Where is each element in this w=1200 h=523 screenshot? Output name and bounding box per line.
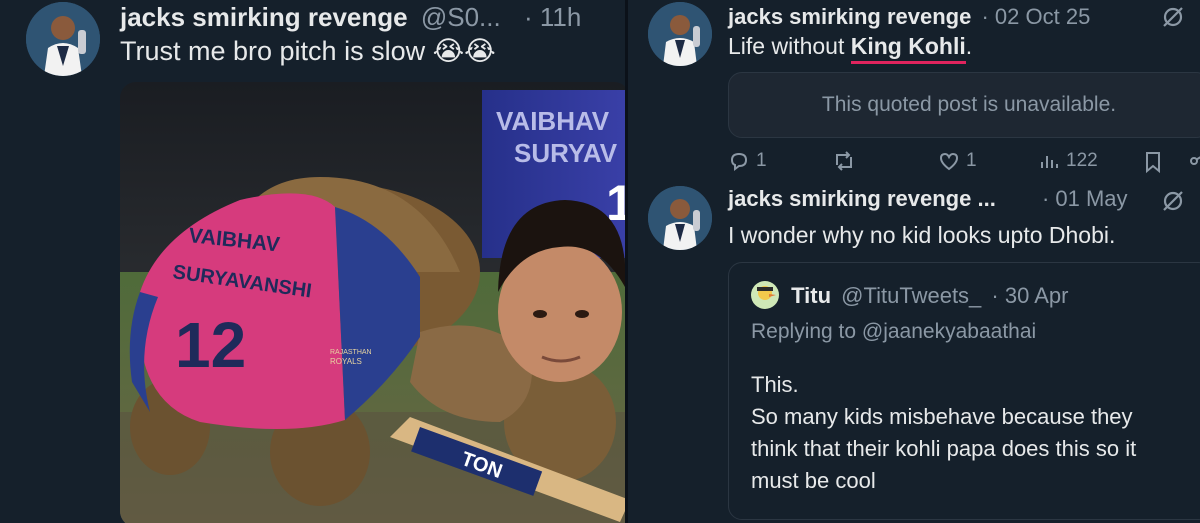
quoted-text: This. So many kids misbehave because the… xyxy=(751,369,1200,497)
quoted-text-line: must be cool xyxy=(751,468,876,493)
reply-button[interactable]: 1 xyxy=(728,150,767,172)
views-count: 122 xyxy=(1066,150,1098,171)
quoted-post-unavailable: This quoted post is unavailable. xyxy=(728,72,1200,138)
tweet-image[interactable]: VAIBHAV SURYAV 1 VAIBHAV SURYAVANSHI 12 … xyxy=(120,82,625,523)
like-count: 1 xyxy=(966,150,977,171)
share-button[interactable] xyxy=(1190,150,1200,172)
banner-text: SURYAV xyxy=(514,138,618,168)
replying-to[interactable]: Replying to @jaanekyabaathai xyxy=(751,320,1036,344)
quoted-author-name[interactable]: Titu xyxy=(791,283,831,308)
author-name[interactable]: jacks smirking revenge xyxy=(728,4,971,29)
grok-icon[interactable] xyxy=(1160,188,1186,214)
tweet-time[interactable]: · 02 Oct 25 xyxy=(981,4,1090,29)
jersey-team: RAJASTHAN xyxy=(330,349,372,356)
highlighted-text: King Kohli xyxy=(850,33,966,64)
tweet-text: I wonder why no kid looks upto Dhobi. xyxy=(728,222,1116,248)
quoted-handle[interactable]: @TituTweets_ xyxy=(841,283,981,308)
tweet-header: jacks smirking revenge @S0... · 11h xyxy=(120,2,581,33)
tweet-text: Trust me bro pitch is slow 😭😭 xyxy=(120,36,496,66)
avatar[interactable] xyxy=(648,186,712,250)
unavailable-text: This quoted post is unavailable. xyxy=(821,93,1117,116)
quoted-tweet[interactable]: Titu @TituTweets_ · 30 Apr Replying to @… xyxy=(728,262,1200,520)
tweet-text-suffix: . xyxy=(965,33,973,59)
tweet-time[interactable]: · 01 May xyxy=(1042,186,1128,211)
views-icon xyxy=(1041,156,1058,168)
tweet-actions: 1 1 122 xyxy=(728,150,1200,180)
repost-icon xyxy=(836,151,852,171)
bookmark-button[interactable] xyxy=(1142,150,1164,174)
avatar[interactable] xyxy=(26,2,100,76)
quoted-time[interactable]: · 30 Apr xyxy=(991,283,1068,308)
share-icon xyxy=(1190,156,1200,165)
tweet-header: jacks smirking revenge ... · 01 May xyxy=(728,186,1128,212)
tweet-time[interactable]: · 11h xyxy=(524,2,581,32)
right-thread: jacks smirking revenge · 02 Oct 25 Life … xyxy=(628,0,1200,523)
like-icon xyxy=(939,152,959,171)
banner-text: VAIBHAV xyxy=(496,106,610,136)
left-tweet: jacks smirking revenge @S0... · 11h Trus… xyxy=(0,0,625,523)
quoted-text-line: think that their kohli papa does this so… xyxy=(751,436,1137,461)
quoted-text-line: This. xyxy=(751,372,799,397)
author-name[interactable]: jacks smirking revenge ... xyxy=(728,186,996,211)
tweet-text: Life without King Kohli. xyxy=(728,33,973,64)
quoted-avatar[interactable] xyxy=(751,281,779,309)
reply-icon xyxy=(730,152,748,171)
author-handle[interactable]: @S0... xyxy=(421,2,501,32)
tweet-text-prefix: Life without xyxy=(728,33,851,59)
grok-icon[interactable] xyxy=(1160,4,1186,30)
reply-count: 1 xyxy=(756,150,767,171)
jersey-team: ROYALS xyxy=(330,357,362,366)
repost-button[interactable] xyxy=(832,150,856,172)
author-name[interactable]: jacks smirking revenge xyxy=(120,2,408,32)
like-button[interactable]: 1 xyxy=(938,150,977,172)
views-button[interactable]: 122 xyxy=(1038,150,1098,172)
tweet-header: jacks smirking revenge · 02 Oct 25 xyxy=(728,4,1090,30)
quoted-header: Titu @TituTweets_ · 30 Apr xyxy=(751,281,1068,309)
jersey-number: 12 xyxy=(175,309,246,381)
bookmark-icon xyxy=(1146,152,1160,174)
avatar[interactable] xyxy=(648,2,712,66)
quoted-text-line: So many kids misbehave because they xyxy=(751,404,1133,429)
